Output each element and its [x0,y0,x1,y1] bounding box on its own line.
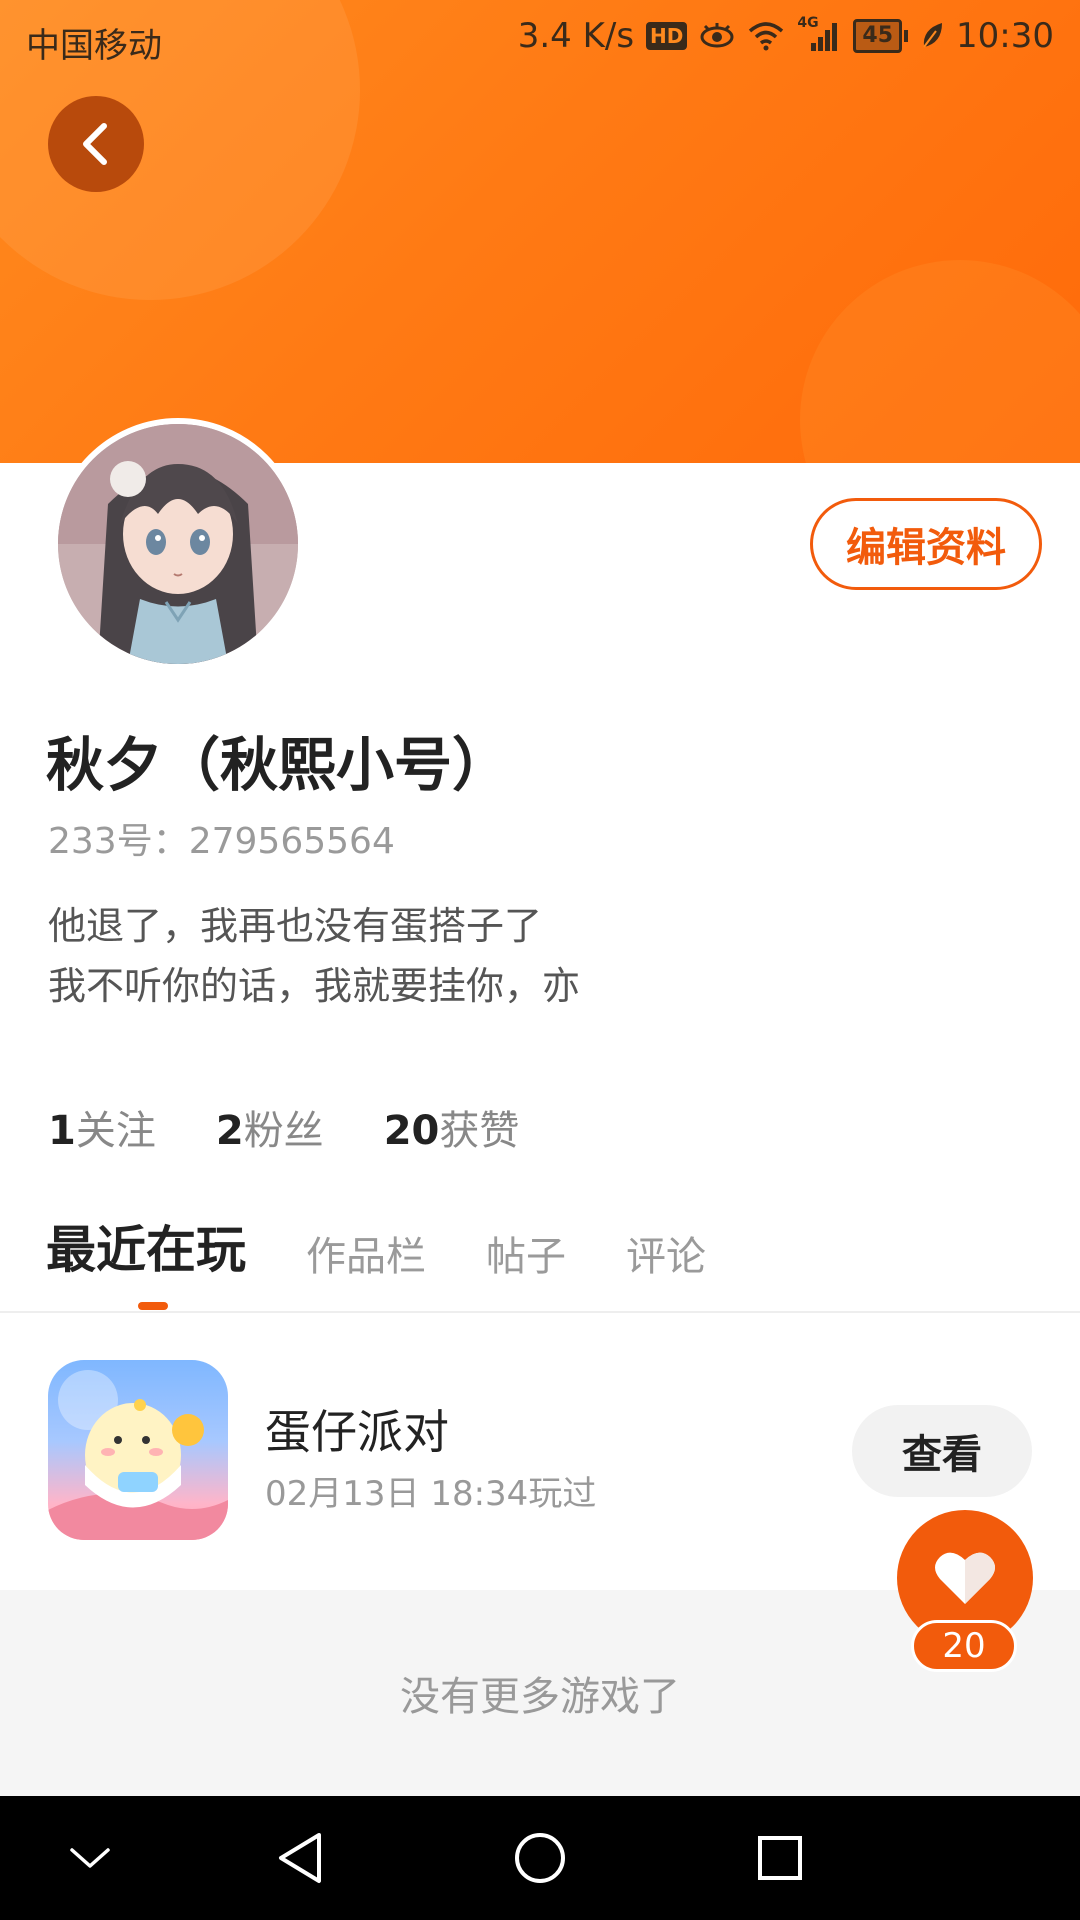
tab-works[interactable]: 作品栏 [306,1224,426,1282]
bio-line: 他退了，我再也没有蛋搭子了 [48,904,543,948]
stat-label: 获赞 [439,1108,520,1154]
square-recents-icon [758,1836,802,1880]
avatar[interactable] [52,418,304,670]
stat-following[interactable]: 1关注 [48,1098,156,1156]
nav-home-button[interactable] [490,1796,590,1920]
stat-number: 2 [215,1108,244,1154]
nav-back-button[interactable] [250,1796,350,1920]
user-id: 233号：279565564 [48,821,395,862]
leaf-icon [923,23,943,48]
profile-tabs: 最近在玩 作品栏 帖子 评论 [46,1210,706,1282]
network-speed: 3.4 K/s [517,16,635,56]
battery-level: 45 [853,19,903,53]
hd-icon: HD [646,22,688,50]
stat-label: 关注 [75,1108,156,1154]
tab-comments[interactable]: 评论 [626,1224,706,1282]
status-bar: 中国移动 3.4 K/s HD 4G 45 10:30 [0,0,1080,76]
clock: 10:30 [956,16,1054,56]
bio-line: 我不听你的话，我就要挂你，亦 [48,964,581,1008]
game-name[interactable]: 蛋仔派对 [265,1396,449,1462]
chevron-down-icon [70,1848,110,1868]
battery-icon: 45 [853,19,909,53]
like-count-badge: 20 [911,1620,1017,1672]
no-more-label: 没有更多游戏了 [400,1674,680,1720]
nav-recents-button[interactable] [730,1796,830,1920]
triangle-back-icon [279,1833,321,1883]
heart-icon [935,1552,995,1604]
signal-icon: 4G [797,15,841,53]
stat-number: 1 [48,1108,76,1154]
view-game-button[interactable]: 查看 [852,1405,1032,1497]
banner-decoration [800,260,1080,463]
tab-recently-played[interactable]: 最近在玩 [46,1210,246,1282]
stat-likes[interactable]: 20获赞 [384,1098,520,1156]
circle-home-icon [515,1833,565,1883]
eye-icon [700,23,734,48]
stat-followers[interactable]: 2粉丝 [216,1098,324,1156]
divider [0,1311,1080,1313]
back-button[interactable] [48,96,144,192]
active-tab-indicator [138,1302,168,1310]
chevron-left-icon [83,123,107,165]
game-played-time: 02月13日 18:34玩过 [265,1474,597,1514]
edit-profile-button[interactable]: 编辑资料 [810,498,1042,590]
tab-posts[interactable]: 帖子 [486,1224,566,1282]
nav-collapse-button[interactable] [40,1796,140,1920]
carrier-name: 中国移动 [26,26,162,66]
bio: 他退了，我再也没有蛋搭子了 我不听你的话，我就要挂你，亦 [48,896,580,1016]
profile-stats: 1关注 2粉丝 20获赞 [48,1098,519,1156]
wifi-icon [749,22,784,51]
status-icons: 3.4 K/s HD 4G 45 10:30 [517,15,1054,56]
username: 秋夕（秋熙小号） [46,731,511,799]
system-navigation-bar [0,1796,1080,1920]
game-icon[interactable] [48,1360,228,1540]
stat-label: 粉丝 [243,1108,324,1154]
stat-number: 20 [383,1108,440,1154]
